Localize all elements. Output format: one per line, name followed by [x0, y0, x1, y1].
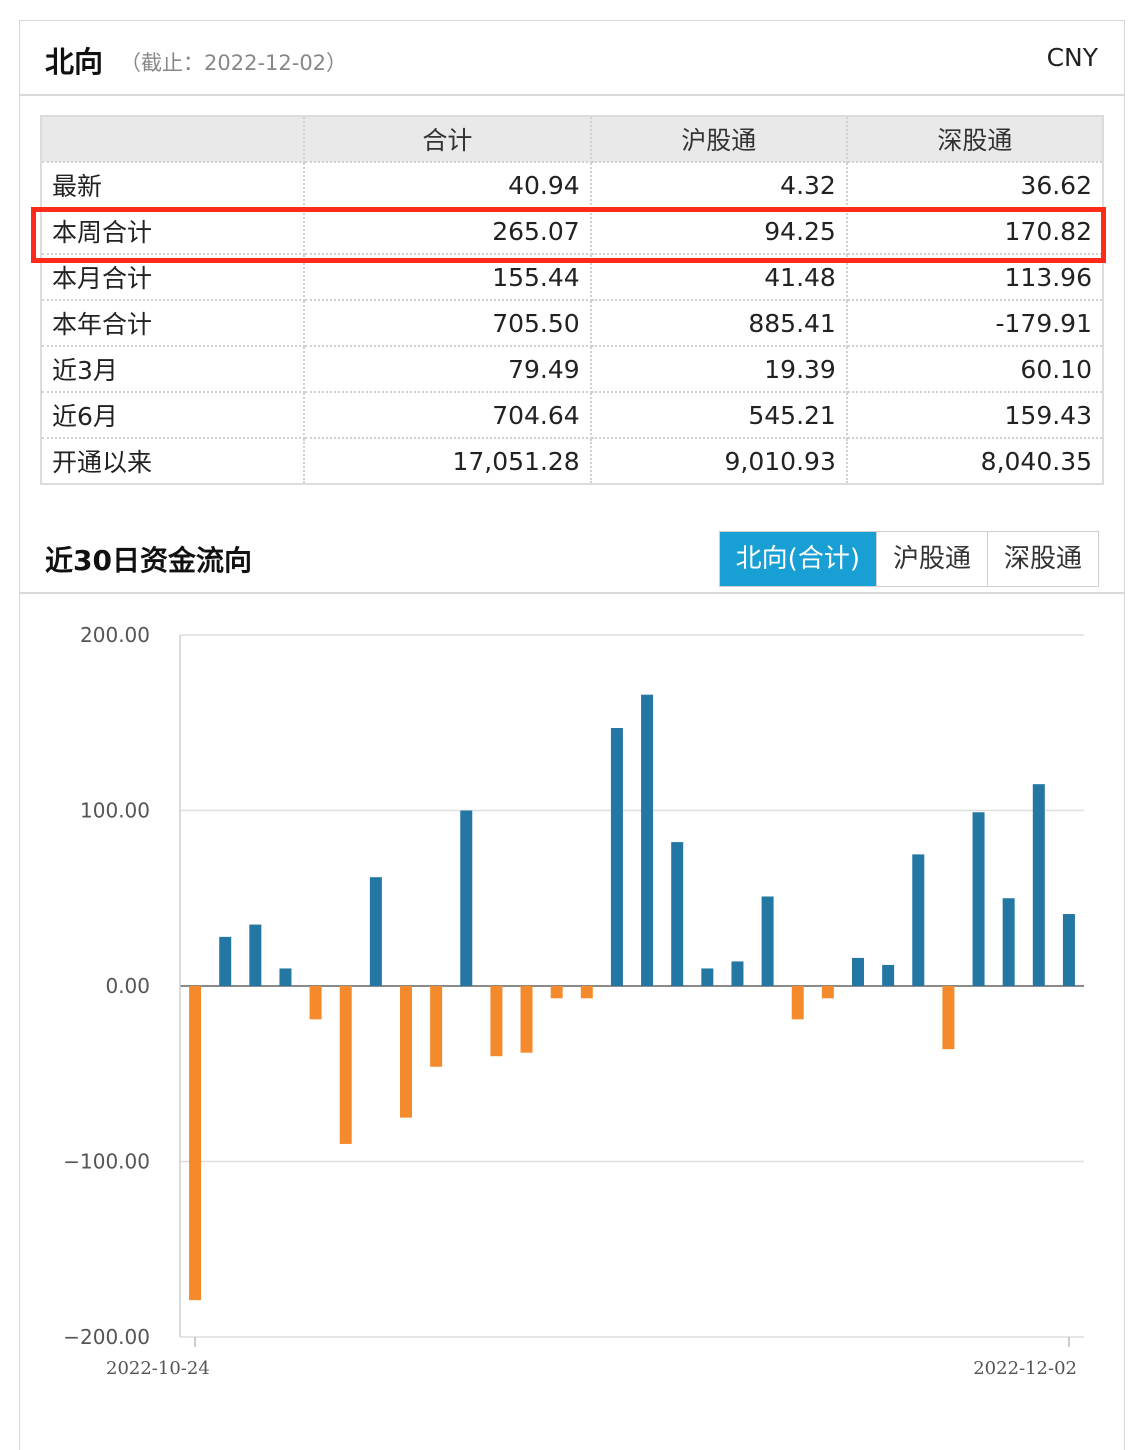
flow-bar-chart: 200.00 100.00 0.00 −100.00 −200.00 2022-10-24…: [63, 623, 1084, 1379]
inflow-bar: [852, 957, 864, 986]
outflow-bar: [942, 986, 955, 1050]
x-end-date-label: 2022-12-02: [973, 1358, 1077, 1379]
inflow-bar: [460, 810, 473, 986]
inflow-bar: [641, 694, 654, 986]
outflow-bar: [339, 986, 352, 1144]
inflow-bar: [701, 968, 714, 986]
inflow-bar: [249, 924, 262, 986]
inflow-bar: [369, 877, 382, 986]
outflow-bar: [520, 986, 533, 1053]
inflow-bar: [731, 961, 744, 986]
outflow-bar: [821, 986, 834, 999]
inflow-bar: [761, 896, 774, 986]
y-tick-label: 200.00: [80, 623, 150, 647]
outflow-bar: [400, 986, 412, 1118]
outflow-bar: [791, 986, 804, 1020]
inflow-bar: [1002, 898, 1015, 986]
inflow-bar: [1032, 784, 1045, 986]
y-tick-label: −200.00: [63, 1325, 150, 1349]
y-tick-label: −100.00: [63, 1150, 150, 1174]
inflow-bar: [279, 968, 292, 986]
x-start-date-label: 2022-10-24: [106, 1358, 210, 1379]
outflow-bar: [309, 986, 322, 1020]
inflow-bar: [671, 842, 684, 986]
inflow-bar: [882, 964, 895, 986]
y-tick-label: 0.00: [105, 974, 150, 998]
inflow-bar: [610, 728, 623, 986]
inflow-bar: [1062, 914, 1075, 986]
inflow-bar: [972, 812, 985, 986]
inflow-bar: [912, 854, 925, 986]
outflow-bar: [430, 986, 443, 1067]
outflow-bar: [580, 986, 593, 999]
outflow-bar: [189, 986, 202, 1301]
y-tick-label: 100.00: [80, 799, 150, 823]
outflow-bar: [550, 986, 563, 999]
outflow-bar: [490, 986, 503, 1057]
inflow-bar: [219, 936, 232, 986]
